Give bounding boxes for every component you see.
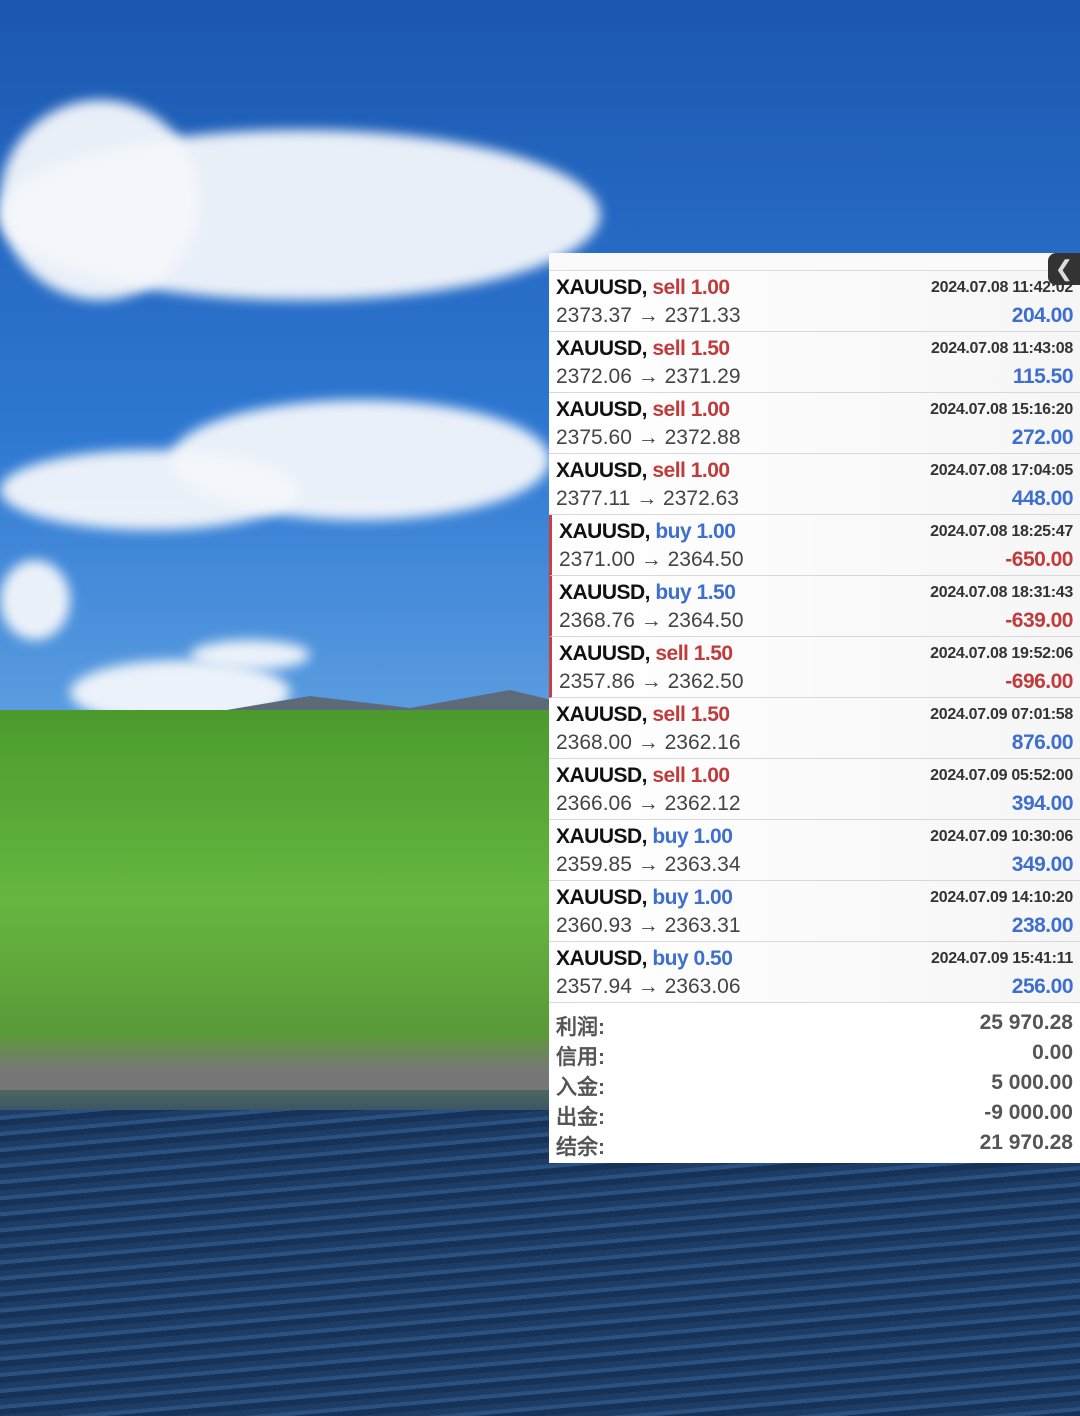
account-summary: 利润: 25 970.28 信用: 0.00 入金: 5 000.00 出金: -9 000.… [549,1003,1080,1161]
trade-row[interactable]: XAUUSD, sell 1.00 2024.07.08 15:16:20 23… [549,393,1080,454]
summary-line: 利润: 25 970.28 [556,1011,1073,1041]
trade-type: sell 1.00 [652,459,730,482]
trade-prices: 2377.11 → 2372.63 [556,487,739,510]
trade-time: 2024.07.08 18:25:47 [930,523,1073,540]
trade-prices: 2360.93 → 2363.31 [556,914,741,937]
trade-row[interactable]: XAUUSD, sell 1.50 2024.07.08 19:52:06 23… [549,637,1080,698]
trade-profit: 115.50 [1012,365,1074,388]
trade-row[interactable]: XAUUSD, buy 0.50 2024.07.09 15:41:11 235… [549,942,1080,1003]
trade-row[interactable]: XAUUSD, sell 1.00 2024.07.08 11:42:02 23… [549,271,1080,332]
grass-hill [0,710,560,1090]
summary-line: 信用: 0.00 [556,1041,1073,1071]
trade-type: buy 1.00 [652,886,733,909]
trade-row[interactable]: XAUUSD, sell 1.50 2024.07.09 07:01:58 23… [549,698,1080,759]
trade-time: 2024.07.09 10:30:06 [930,828,1073,845]
trade-row[interactable]: XAUUSD, buy 1.00 2024.07.09 10:30:06 235… [549,820,1080,881]
trade-row[interactable]: XAUUSD, buy 1.50 2024.07.08 18:31:43 236… [549,576,1080,637]
trade-type: sell 1.50 [652,337,730,360]
trade-time: 2024.07.09 15:41:11 [931,950,1073,967]
trade-prices: 2372.06 → 2371.29 [556,365,741,388]
chevron-left-icon[interactable]: ❮ [1048,253,1080,285]
trade-profit: 394.00 [1011,792,1074,815]
summary-line: 出金: -9 000.00 [556,1101,1073,1131]
trade-prices: 2366.06 → 2362.12 [556,792,741,815]
trade-type: sell 1.00 [652,764,730,787]
trade-symbol: XAUUSD, sell 1.00 [556,398,730,421]
summary-value: 25 970.28 [979,1011,1073,1034]
trade-profit: 876.00 [1011,731,1074,754]
trade-prices: 2368.76 → 2364.50 [559,609,744,632]
trade-type: sell 1.50 [652,703,730,726]
trade-type: buy 1.50 [655,581,736,604]
summary-value: 0.00 [1032,1041,1073,1064]
summary-value: 5 000.00 [991,1071,1073,1094]
trade-symbol: XAUUSD, sell 1.50 [559,642,733,665]
trade-symbol: XAUUSD, buy 0.50 [556,947,733,970]
trade-profit: -696.00 [1005,670,1073,693]
summary-value: 21 970.28 [979,1131,1073,1154]
trade-time: 2024.07.08 19:52:06 [930,645,1073,662]
trade-type: sell 1.00 [652,276,730,299]
cloud [190,640,310,670]
summary-label: 信用: [556,1046,605,1069]
summary-line: 入金: 5 000.00 [556,1071,1073,1101]
trade-time: 2024.07.08 15:16:20 [930,401,1073,418]
trade-profit: 256.00 [1011,975,1074,998]
trade-type: buy 1.00 [652,825,733,848]
trade-prices: 2359.85 → 2363.34 [556,853,741,876]
trade-time: 2024.07.09 07:01:58 [930,706,1073,723]
trade-profit: -650.00 [1005,548,1073,571]
summary-label: 入金: [556,1076,605,1099]
trade-profit: 448.00 [1011,487,1074,510]
trade-time: 2024.07.08 11:43:08 [931,340,1073,357]
trade-time: 2024.07.08 17:04:05 [930,462,1073,479]
cloud [0,100,200,300]
trade-symbol: XAUUSD, sell 1.00 [556,459,730,482]
trade-row[interactable]: XAUUSD, sell 1.00 2024.07.08 17:04:05 23… [549,454,1080,515]
trade-history-panel: XAUUSD, sell 1.00 2024.07.08 11:42:02 23… [549,253,1080,1163]
summary-label: 出金: [556,1106,605,1129]
trade-symbol: XAUUSD, buy 1.00 [556,886,733,909]
trade-type: sell 1.00 [652,398,730,421]
trade-type: sell 1.50 [655,642,733,665]
trade-prices: 2357.94 → 2363.06 [556,975,741,998]
trade-time: 2024.07.09 05:52:00 [930,767,1073,784]
trade-prices: 2375.60 → 2372.88 [556,426,741,449]
summary-line: 结余: 21 970.28 [556,1131,1073,1161]
trade-prices: 2373.37 → 2371.33 [556,304,741,327]
trade-row[interactable]: XAUUSD, buy 1.00 2024.07.09 14:10:20 236… [549,881,1080,942]
trade-profit: 204.00 [1011,304,1074,327]
trade-symbol: XAUUSD, sell 1.00 [556,276,730,299]
trade-symbol: XAUUSD, buy 1.00 [556,825,733,848]
trade-profit: 238.00 [1011,914,1074,937]
summary-label: 利润: [556,1016,605,1039]
trade-row[interactable]: XAUUSD, buy 1.00 2024.07.08 18:25:47 237… [549,515,1080,576]
trade-symbol: XAUUSD, buy 1.00 [559,520,736,543]
trade-type: buy 1.00 [655,520,736,543]
trade-symbol: XAUUSD, sell 1.50 [556,337,730,360]
cloud [0,560,70,640]
trade-profit: -639.00 [1005,609,1073,632]
summary-label: 结余: [556,1136,605,1159]
clipped-row [549,253,1080,271]
trade-prices: 2357.86 → 2362.50 [559,670,744,693]
trade-time: 2024.07.09 14:10:20 [930,889,1073,906]
trade-row[interactable]: XAUUSD, sell 1.00 2024.07.09 05:52:00 23… [549,759,1080,820]
trade-row[interactable]: XAUUSD, sell 1.50 2024.07.08 11:43:08 23… [549,332,1080,393]
trade-profit: 272.00 [1011,426,1074,449]
cloud [0,450,300,530]
trade-type: buy 0.50 [652,947,733,970]
trade-prices: 2371.00 → 2364.50 [559,548,744,571]
summary-value: -9 000.00 [984,1101,1073,1124]
trade-time: 2024.07.08 18:31:43 [930,584,1073,601]
trade-symbol: XAUUSD, sell 1.00 [556,764,730,787]
trade-symbol: XAUUSD, buy 1.50 [559,581,736,604]
trade-prices: 2368.00 → 2362.16 [556,731,741,754]
trade-symbol: XAUUSD, sell 1.50 [556,703,730,726]
trade-profit: 349.00 [1011,853,1074,876]
